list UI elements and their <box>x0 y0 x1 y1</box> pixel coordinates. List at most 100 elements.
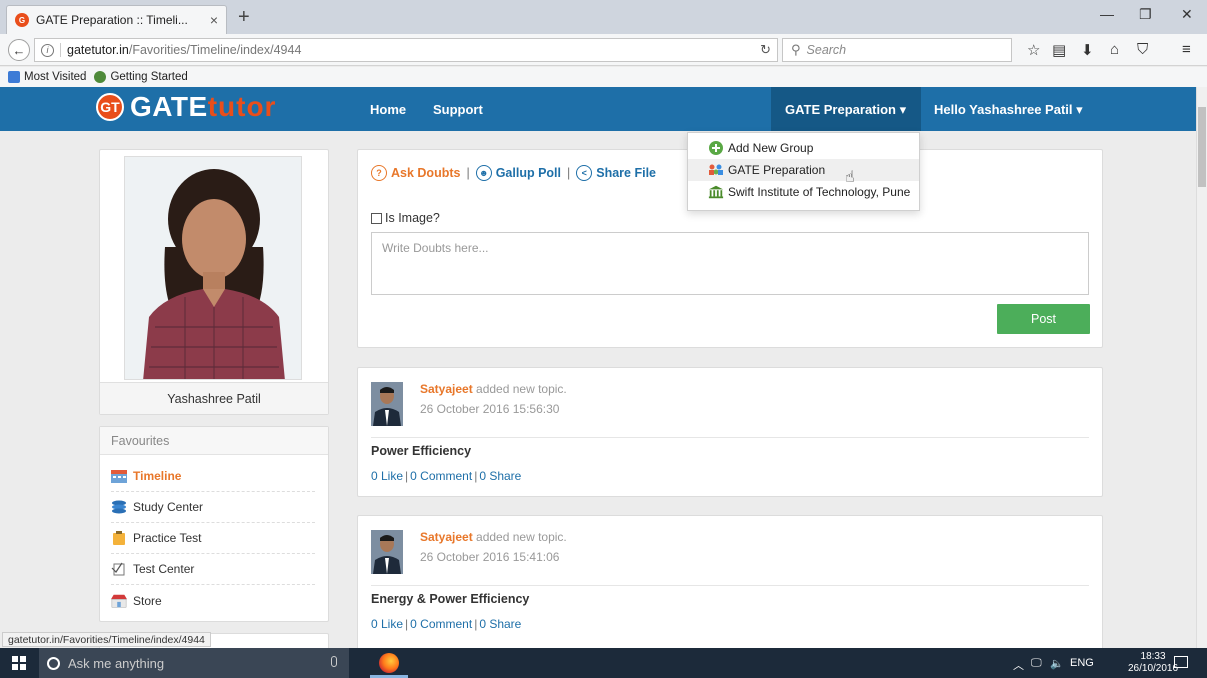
tab-close-icon[interactable]: × <box>210 12 218 28</box>
feed-item: Satyajeet added new topic. 26 October 20… <box>357 515 1103 648</box>
feed-title[interactable]: Power Efficiency <box>371 444 471 458</box>
browser-tab[interactable]: G GATE Preparation :: Timeli... × <box>6 5 227 34</box>
profile-photo[interactable] <box>124 156 302 380</box>
poll-icon: ☻ <box>475 165 492 181</box>
separator: | <box>474 617 478 631</box>
dropdown-swift-institute[interactable]: Swift Institute of Technology, Pune <box>688 181 919 203</box>
back-icon[interactable]: ← <box>8 39 30 61</box>
comment-link[interactable]: 0 Comment <box>410 469 472 483</box>
is-image-checkbox[interactable] <box>371 212 382 224</box>
browser-search-input[interactable]: ⚲ Search <box>782 38 1012 62</box>
sidebar-item-label: Test Center <box>133 562 195 576</box>
institute-building-icon <box>708 184 724 200</box>
question-icon: ? <box>371 165 387 181</box>
group-dropdown-menu: Add New Group GATE Preparation Swift Ins… <box>687 132 920 211</box>
firefox-icon[interactable] <box>379 653 399 673</box>
logo-gate-text: GATE <box>130 91 208 122</box>
gallup-poll-label: Gallup Poll <box>495 166 561 180</box>
clock-date: 26/10/2016 <box>1128 663 1179 674</box>
pocket-icon[interactable]: ⛉ <box>1137 41 1148 58</box>
feed-author-line: Satyajeet added new topic. <box>420 530 567 544</box>
ask-doubts-tab[interactable]: ? Ask Doubts <box>371 165 460 181</box>
globe-icon <box>94 71 107 83</box>
browser-navbar: ← i gatetutor.in/Favorities/Timeline/ind… <box>0 34 1207 66</box>
gatetutor-logo[interactable]: GT GATE tutor <box>96 91 276 123</box>
nav-support[interactable]: Support <box>433 102 483 117</box>
feed-title[interactable]: Energy & Power Efficiency <box>371 592 529 606</box>
close-window-icon[interactable]: ✕ <box>1181 6 1193 23</box>
browser-tab-strip: G GATE Preparation :: Timeli... × + — ❐ … <box>0 0 1207 34</box>
sidebar-item-study-center[interactable]: Study Center <box>111 492 315 523</box>
like-link[interactable]: 0 Like <box>371 617 403 631</box>
bookmark-star-icon[interactable]: ☆ <box>1027 41 1040 59</box>
share-link[interactable]: 0 Share <box>479 469 521 483</box>
volume-icon[interactable]: 🔈 <box>1050 657 1064 670</box>
profile-card: Yashashree Patil <box>99 149 329 415</box>
gallup-poll-tab[interactable]: ☻ Gallup Poll <box>475 165 561 181</box>
sidebar-item-test-center[interactable]: Test Center <box>111 554 315 585</box>
is-image-option[interactable]: Is Image? <box>371 211 440 225</box>
reload-icon[interactable]: ↻ <box>760 42 771 58</box>
calendar-icon <box>111 469 127 483</box>
dropdown-label: Swift Institute of Technology, Pune <box>728 185 911 199</box>
group-people-icon <box>708 162 724 178</box>
language-indicator[interactable]: ENG <box>1070 657 1094 669</box>
dropdown-gate-preparation[interactable]: GATE Preparation <box>688 159 919 181</box>
author-avatar[interactable] <box>371 530 403 574</box>
doubt-textarea[interactable]: Write Doubts here... <box>371 232 1089 295</box>
cortana-search-box[interactable]: Ask me anything <box>39 648 349 678</box>
like-link[interactable]: 0 Like <box>371 469 403 483</box>
menu-icon[interactable]: ≡ <box>1182 41 1191 58</box>
microphone-icon[interactable] <box>331 656 337 667</box>
url-path: /Favorities/Timeline/index/4944 <box>128 43 302 57</box>
nav-home[interactable]: Home <box>370 102 406 117</box>
post-button[interactable]: Post <box>997 304 1090 334</box>
favourites-panel: Favourites Timeline Study Center Practic… <box>99 426 329 622</box>
share-file-tab[interactable]: < Share File <box>576 165 656 181</box>
minimize-icon[interactable]: — <box>1100 6 1114 22</box>
group-menu-toggle[interactable]: GATE Preparation ▾ <box>785 102 906 118</box>
scrollbar-thumb[interactable] <box>1198 107 1206 187</box>
home-icon[interactable]: ⌂ <box>1110 41 1119 58</box>
web-page: GT GATE tutor Home Support GATE Preparat… <box>0 87 1196 648</box>
sidebar-item-practice-test[interactable]: Practice Test <box>111 523 315 554</box>
sidebar-item-timeline[interactable]: Timeline <box>111 461 315 492</box>
address-bar[interactable]: i gatetutor.in/Favorities/Timeline/index… <box>34 38 778 62</box>
author-name[interactable]: Satyajeet <box>420 530 473 544</box>
bookmarks-toolbar: Most Visited Getting Started <box>0 67 1207 87</box>
sidebar-item-label: Store <box>133 593 162 608</box>
site-header: GT GATE tutor Home Support GATE Preparat… <box>0 87 1196 131</box>
profile-name[interactable]: Yashashree Patil <box>100 382 328 414</box>
author-name[interactable]: Satyajeet <box>420 382 473 396</box>
dropdown-label: Add New Group <box>728 141 814 155</box>
author-avatar[interactable] <box>371 382 403 426</box>
new-tab-button[interactable]: + <box>238 7 250 27</box>
feed-divider <box>371 437 1089 438</box>
tab-title: GATE Preparation :: Timeli... <box>36 13 188 27</box>
feed-date: 26 October 2016 15:41:06 <box>420 550 560 564</box>
share-link[interactable]: 0 Share <box>479 617 521 631</box>
feed-action-text: added new topic. <box>472 530 567 544</box>
notification-center-icon[interactable] <box>1174 656 1188 668</box>
windows-taskbar: Ask me anything ︿ 🖵 🔈 ENG 18:33 26/10/20… <box>0 648 1207 678</box>
hand-cursor-icon: ☝ <box>845 169 855 186</box>
bookmark-most-visited[interactable]: Most Visited <box>8 71 86 83</box>
user-menu-toggle[interactable]: Hello Yashashree Patil ▾ <box>934 102 1083 118</box>
system-clock[interactable]: 18:33 26/10/2016 <box>1128 651 1178 675</box>
separator: | <box>405 617 409 631</box>
bookmark-getting-started[interactable]: Getting Started <box>94 71 188 83</box>
download-icon[interactable]: ⬇ <box>1081 41 1094 59</box>
separator: | <box>466 166 470 180</box>
info-icon[interactable]: i <box>41 43 54 57</box>
restore-icon[interactable]: ❐ <box>1139 6 1152 23</box>
tray-chevron-icon[interactable]: ︿ <box>1013 657 1024 673</box>
reading-list-icon[interactable]: ▤ <box>1052 41 1066 59</box>
windows-start-icon[interactable] <box>12 656 26 670</box>
add-circle-icon <box>708 140 724 156</box>
page-scrollbar[interactable] <box>1196 87 1207 648</box>
dropdown-add-new-group[interactable]: Add New Group <box>688 137 919 159</box>
network-icon[interactable]: 🖵 <box>1031 657 1042 670</box>
comment-link[interactable]: 0 Comment <box>410 617 472 631</box>
url-text[interactable]: gatetutor.in/Favorities/Timeline/index/4… <box>67 43 760 57</box>
sidebar-item-store[interactable]: Store <box>111 585 315 616</box>
